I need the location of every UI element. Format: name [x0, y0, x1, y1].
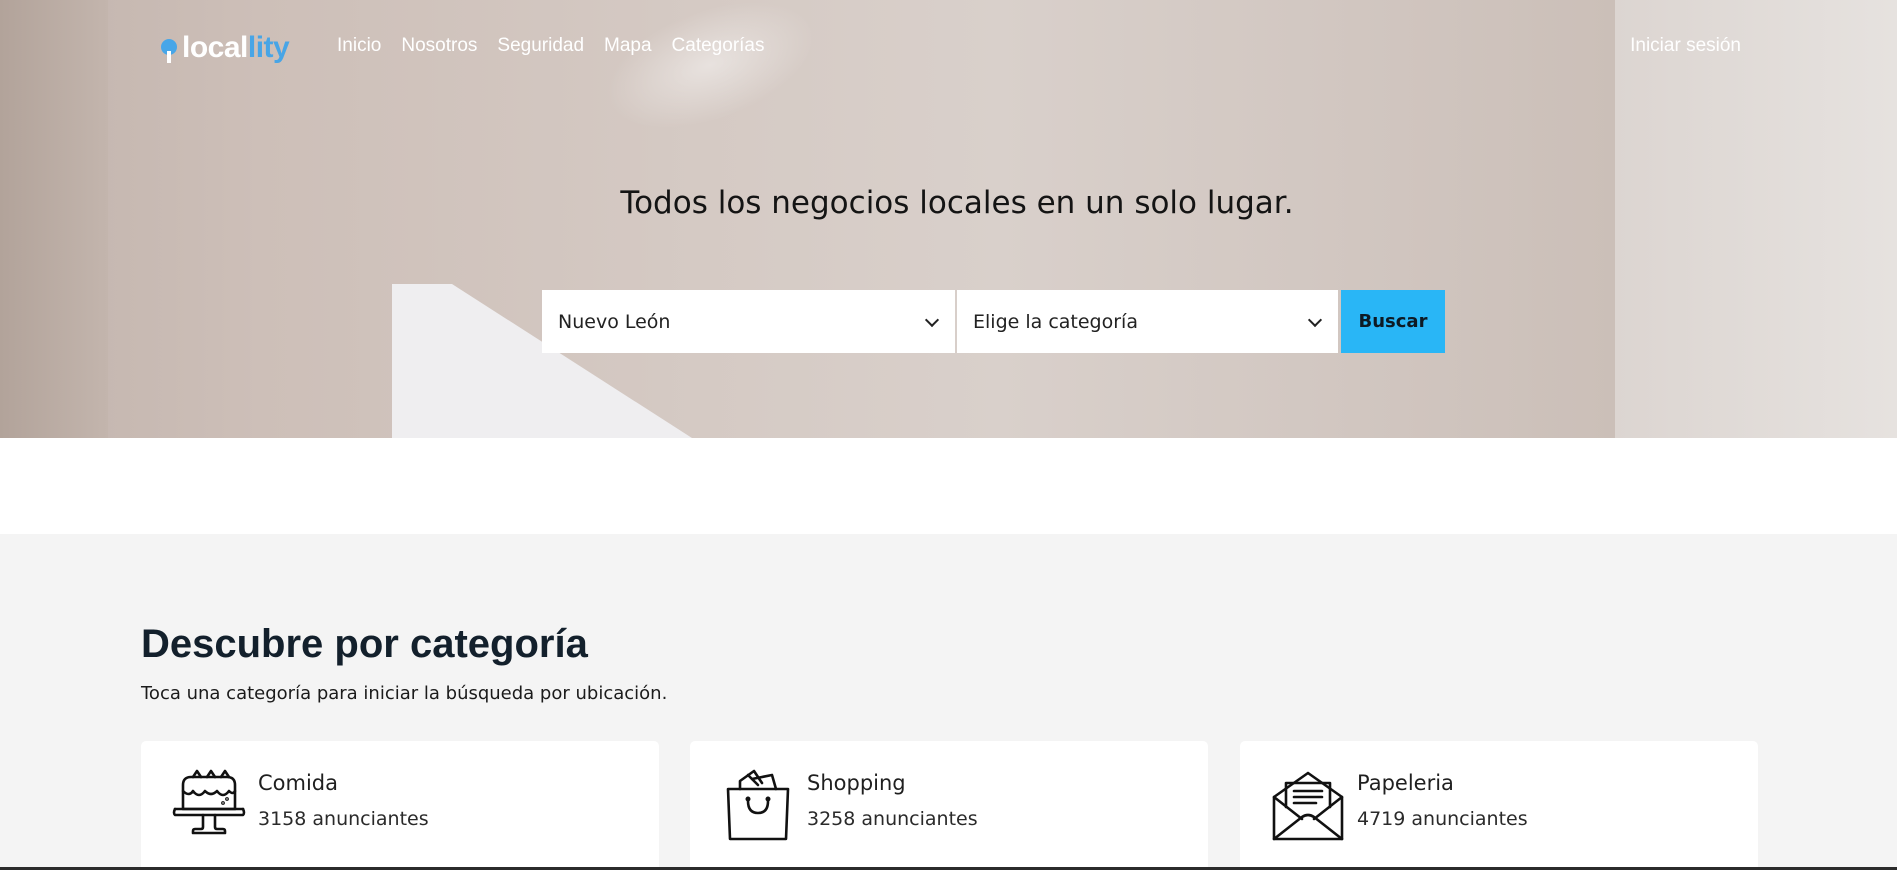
nav-item-seguridad[interactable]: Seguridad: [497, 33, 584, 59]
main-nav: Inicio Nosotros Seguridad Mapa Categoría…: [337, 33, 765, 59]
nav-item-nosotros[interactable]: Nosotros: [401, 33, 477, 59]
category-count: 4719 anunciantes: [1357, 808, 1528, 830]
category-name: Comida: [258, 771, 339, 795]
login-link[interactable]: Iniciar sesión: [1630, 33, 1741, 59]
category-name: Papeleria: [1357, 771, 1454, 795]
search-button[interactable]: Buscar: [1341, 290, 1445, 353]
categories-section: Descubre por categoría Toca una categorí…: [0, 534, 1897, 870]
category-count: 3158 anunciantes: [258, 808, 429, 830]
category-name: Shopping: [807, 771, 906, 795]
envelope-icon: [1272, 771, 1344, 841]
chevron-down-icon: [925, 315, 939, 329]
category-select-placeholder: Elige la categoría: [973, 310, 1138, 333]
categories-title: Descubre por categoría: [141, 622, 588, 666]
search-bar: Nuevo León Elige la categoría Buscar: [542, 290, 1445, 353]
brand-name-part1: local: [182, 31, 248, 64]
brand-logo[interactable]: local lity: [160, 28, 290, 68]
chevron-down-icon: [1308, 315, 1322, 329]
nav-item-categorias[interactable]: Categorías: [672, 33, 765, 59]
hero-background-light: [587, 0, 833, 155]
category-card-comida[interactable]: Comida 3158 anunciantes: [141, 741, 659, 870]
shopping-bag-icon: [726, 769, 790, 841]
nav-item-mapa[interactable]: Mapa: [604, 33, 652, 59]
location-select[interactable]: Nuevo León: [542, 290, 955, 353]
nav-item-inicio[interactable]: Inicio: [337, 33, 381, 59]
location-select-value: Nuevo León: [558, 310, 671, 333]
brand-name-part2: lity: [247, 31, 290, 64]
hero-banner: local lity Inicio Nosotros Seguridad Mapa…: [0, 0, 1897, 438]
cake-icon: [172, 769, 246, 835]
category-select[interactable]: Elige la categoría: [957, 290, 1338, 353]
category-count: 3258 anunciantes: [807, 808, 978, 830]
category-card-shopping[interactable]: Shopping 3258 anunciantes: [690, 741, 1208, 870]
map-pin-icon: [160, 35, 178, 63]
categories-subtitle: Toca una categoría para iniciar la búsqu…: [141, 683, 668, 704]
hero-title: Todos los negocios locales en un solo lu…: [620, 185, 1294, 221]
category-card-papeleria[interactable]: Papeleria 4719 anunciantes: [1240, 741, 1758, 870]
